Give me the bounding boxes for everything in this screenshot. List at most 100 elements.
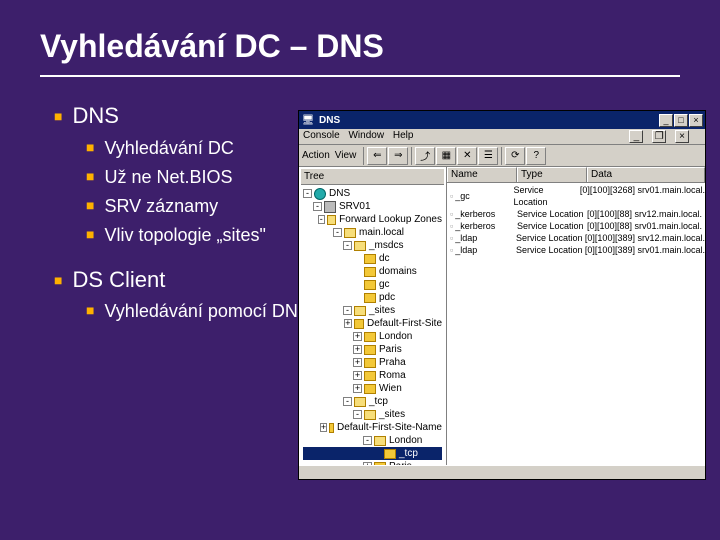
folder-icon: [327, 215, 336, 225]
tree-node-tcp-site-default[interactable]: + Default-First-Site-Name: [303, 421, 442, 434]
tree-node-tcp-site-london[interactable]: -London: [303, 434, 442, 447]
tree-node-gc[interactable]: gc: [303, 278, 442, 291]
delete-button[interactable]: ✕: [457, 147, 477, 165]
tree-node-msdcs[interactable]: -_msdcs: [303, 239, 442, 252]
tree-node-site-default[interactable]: +Default-First-Site: [303, 317, 442, 330]
tree-node-tcp[interactable]: -_tcp: [303, 395, 442, 408]
folder-icon: [364, 293, 376, 303]
toolbar: Action View ⇐ ⇒ ⤴ ▦ ✕ ☰ ⟳ ?: [299, 145, 705, 167]
list-row[interactable]: _gcService Location[0][100][3268] srv01.…: [447, 184, 705, 208]
toolbar-view[interactable]: View: [335, 150, 357, 161]
tree-label: _sites: [369, 304, 395, 317]
expand-toggle[interactable]: -: [318, 215, 325, 224]
list-row[interactable]: _ldapService Location[0][100][389] srv01…: [447, 244, 705, 256]
titlebar[interactable]: 🖥 DNS _ □ ×: [299, 111, 705, 129]
expand-toggle[interactable]: +: [353, 384, 362, 393]
expand-toggle[interactable]: +: [353, 358, 362, 367]
tree-node-tcp-london-tcp[interactable]: _tcp: [303, 447, 442, 460]
refresh-button[interactable]: ⟳: [505, 147, 525, 165]
tree-node-zone-main[interactable]: - main.local: [303, 226, 442, 239]
close-button[interactable]: ×: [689, 114, 703, 127]
minimize-button[interactable]: _: [659, 114, 673, 127]
folder-icon: [364, 332, 376, 342]
help-button[interactable]: ?: [526, 147, 546, 165]
list-row[interactable]: _kerberosService Location[0][100][88] sr…: [447, 208, 705, 220]
tree-node-pdc[interactable]: pdc: [303, 291, 442, 304]
menu-window[interactable]: Window: [348, 130, 384, 141]
child-restore-button[interactable]: ❐: [652, 130, 666, 143]
tree-label: London: [379, 330, 412, 343]
folder-icon: [364, 384, 376, 394]
expand-toggle[interactable]: -: [303, 189, 312, 198]
record-icon: [450, 190, 453, 202]
tree-node-tcp-site-paris[interactable]: +Paris: [303, 460, 442, 465]
tree-node-site-roma[interactable]: + Roma: [303, 369, 442, 382]
col-data[interactable]: Data: [587, 167, 705, 182]
expand-toggle[interactable]: -: [333, 228, 342, 237]
tree-label: SRV01: [339, 200, 371, 213]
tree-label: _sites: [379, 408, 405, 421]
child-close-button[interactable]: ×: [675, 130, 689, 143]
tree-pane: Tree -DNS-SRV01-Forward Lookup Zones-mai…: [299, 167, 447, 465]
properties-button[interactable]: ☰: [478, 147, 498, 165]
list-row[interactable]: _ldapService Location[0][100][389] srv12…: [447, 232, 705, 244]
tree-label: Roma: [379, 369, 406, 382]
tree-node-site-paris[interactable]: +Paris: [303, 343, 442, 356]
folder-icon: [354, 306, 366, 316]
tree-label: Forward Lookup Zones: [339, 213, 442, 226]
tree-node-site-wien[interactable]: +Wien: [303, 382, 442, 395]
back-button[interactable]: ⇐: [367, 147, 387, 165]
child-minimize-button[interactable]: _: [629, 130, 643, 143]
tree-label: gc: [379, 278, 390, 291]
forward-button[interactable]: ⇒: [388, 147, 408, 165]
tree-label: domains: [379, 265, 417, 278]
folder-icon: [364, 358, 376, 368]
tree-node-server-node[interactable]: - SRV01: [303, 200, 442, 213]
expand-toggle[interactable]: +: [353, 345, 362, 354]
expand-toggle[interactable]: -: [343, 241, 352, 250]
list-pane: Name Type Data _gcService Location[0][10…: [447, 167, 705, 465]
expand-toggle[interactable]: +: [320, 423, 327, 432]
menu-console[interactable]: Console: [303, 130, 340, 141]
toolbar-action[interactable]: Action: [302, 150, 330, 161]
app-icon: 🖥: [301, 113, 315, 127]
tree-node-forward-zones[interactable]: - Forward Lookup Zones: [303, 213, 442, 226]
maximize-button[interactable]: □: [674, 114, 688, 127]
expand-toggle[interactable]: -: [353, 410, 362, 419]
expand-toggle[interactable]: -: [343, 306, 352, 315]
expand-toggle[interactable]: +: [363, 462, 372, 465]
tree-node-domains[interactable]: domains: [303, 265, 442, 278]
show-hide-tree-button[interactable]: ▦: [436, 147, 456, 165]
col-type[interactable]: Type: [517, 167, 587, 182]
tree-label: _tcp: [399, 447, 418, 460]
expand-toggle[interactable]: -: [313, 202, 322, 211]
folder-icon: [364, 267, 376, 277]
expand-toggle[interactable]: -: [363, 436, 372, 445]
tree-label: Default-First-Site-Name: [337, 421, 442, 434]
menu-help[interactable]: Help: [393, 130, 414, 141]
folder-icon: [354, 319, 364, 329]
list-row[interactable]: _kerberosService Location[0][100][88] sr…: [447, 220, 705, 232]
record-icon: [450, 208, 453, 220]
tree-node-tcp-sites[interactable]: - _sites: [303, 408, 442, 421]
folder-icon: [384, 449, 396, 459]
dns-console-window: 🖥 DNS _ □ × Console Window Help _ ❐ × Ac…: [298, 110, 706, 480]
expand-toggle[interactable]: -: [343, 397, 352, 406]
col-name[interactable]: Name: [447, 167, 517, 182]
tree-node-site-praha[interactable]: +Praha: [303, 356, 442, 369]
tree-label: pdc: [379, 291, 395, 304]
tree-node-sites[interactable]: - _sites: [303, 304, 442, 317]
up-button[interactable]: ⤴: [415, 147, 435, 165]
tree-node-dc[interactable]: dc: [303, 252, 442, 265]
expand-toggle[interactable]: +: [344, 319, 352, 328]
folder-icon: [374, 462, 386, 466]
tree-node-dns-root[interactable]: - DNS: [303, 187, 442, 200]
tree-label: DNS: [329, 187, 350, 200]
folder-icon: [364, 280, 376, 290]
column-headers[interactable]: Name Type Data: [447, 167, 705, 183]
tree-label: main.local: [359, 226, 404, 239]
tree-header: Tree: [301, 169, 444, 185]
tree-node-site-london[interactable]: + London: [303, 330, 442, 343]
expand-toggle[interactable]: +: [353, 332, 362, 341]
expand-toggle[interactable]: +: [353, 371, 362, 380]
